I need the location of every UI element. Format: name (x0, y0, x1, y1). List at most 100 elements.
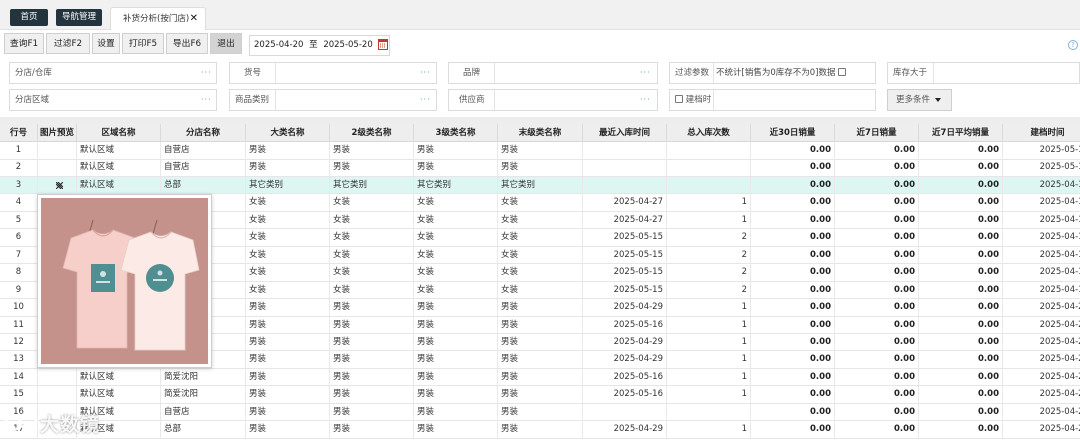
tshirt-image (62, 219, 200, 351)
column-header-created-time[interactable]: 建档时间 (1003, 124, 1080, 142)
close-icon[interactable]: ✕ (190, 8, 198, 30)
filter-button[interactable]: 过滤F2 (46, 33, 90, 54)
settings-button[interactable]: 设置 (92, 33, 120, 54)
cell-image-preview (38, 368, 77, 386)
date-range-field[interactable]: 2025-04-20 至 2025-05-20 (249, 35, 390, 56)
table-row[interactable]: 15 默认区域 简爱沈阳 男装 男装 男装 男装 2025-05-16 1 0.00 0.00 0.0… (0, 386, 1080, 404)
supplier-filter[interactable]: 供应商 ··· (448, 89, 658, 111)
cell-avg-sales-7d: 0.00 (919, 403, 1003, 421)
tab-navigation[interactable]: 导航管理 (56, 9, 102, 26)
tab-home[interactable]: 首页 (10, 9, 48, 26)
checkbox[interactable] (675, 95, 683, 103)
more-conditions-button[interactable]: 更多条件 (887, 89, 952, 111)
print-button[interactable]: 打印F5 (122, 33, 164, 54)
cell-last-inbound-time: 2025-05-15 (583, 281, 667, 299)
column-header-leaf-category-name[interactable]: 末级类名称 (498, 124, 583, 142)
column-header-last-inbound-time[interactable]: 最近入库时间 (583, 124, 667, 142)
cell-sales-30d: 0.00 (751, 194, 835, 212)
cell-avg-sales-7d: 0.00 (919, 351, 1003, 369)
cell-leaf-category-name: 男装 (498, 368, 583, 386)
cell-row-no: 4 (0, 194, 38, 212)
cell-avg-sales-7d: 0.00 (919, 421, 1003, 439)
column-header-avg-sales-7d[interactable]: 近7日平均销量 (919, 124, 1003, 142)
cell-category-name: 男装 (246, 333, 330, 351)
calendar-icon[interactable] (378, 39, 388, 50)
table-row[interactable]: 3 默认区域 总部 其它类别 其它类别 其它类别 其它类别 0.00 0.00 0.00 2025-… (0, 176, 1080, 195)
image-preview-popup (37, 194, 212, 368)
branch-warehouse-filter[interactable]: 分店/仓库 ··· (9, 62, 217, 84)
cell-level3-name: 男装 (414, 159, 498, 177)
cell-category-name: 男装 (246, 403, 330, 421)
ellipsis-icon[interactable]: ··· (201, 68, 212, 77)
cell-last-inbound-time (583, 176, 667, 194)
build-time-field[interactable]: 建档时 (669, 89, 876, 111)
cell-level2-name: 女装 (330, 229, 414, 247)
exit-button[interactable]: 退出 (210, 33, 242, 54)
ellipsis-icon[interactable]: ··· (420, 68, 431, 77)
table-row[interactable]: 1默认区域自营店男装男装男装男装0.000.000.002025-05-12 (0, 142, 1080, 160)
table-row[interactable]: 17 默认区域 总部 男装 男装 男装 男装 2025-04-29 1 0.00 0.00 0.00 2… (0, 421, 1080, 439)
cell-avg-sales-7d: 0.00 (919, 299, 1003, 317)
tab-label: 补货分析(按门店) (123, 14, 190, 24)
supplier-label: 供应商 (449, 90, 495, 110)
column-header-level2-name[interactable]: 2级类名称 (330, 124, 414, 142)
watermark-text: 大数镜 (40, 414, 101, 436)
filter-params-option[interactable]: 不统计[销售为0库存不为0]数据 (716, 63, 847, 83)
table-row[interactable]: 14 默认区域 简爱沈阳 男装 男装 男装 男装 2025-05-16 1 0.00 0.00 0.0… (0, 368, 1080, 387)
cell-level2-name: 男装 (330, 403, 414, 421)
tab-replenishment-analysis[interactable]: 补货分析(按门店) ✕ (110, 7, 206, 30)
cell-region-name: 默认区域 (77, 386, 161, 404)
branch-region-filter[interactable]: 分店区域 ··· (9, 89, 217, 111)
table-row[interactable]: 16默认区域自营店男装男装男装男装0.000.000.002025-04-29 (0, 403, 1080, 422)
table-row[interactable]: 2默认区域自营店男装男装男装男装0.000.000.002025-05-12 (0, 159, 1080, 177)
cell-category-name: 女装 (246, 229, 330, 247)
build-time-text: 建档时 (685, 95, 712, 105)
sku-filter[interactable]: 货号 ··· (229, 62, 437, 84)
cell-total-inbound-count: 2 (667, 281, 751, 299)
cell-total-inbound-count: 1 (667, 351, 751, 369)
cell-last-inbound-time (583, 403, 667, 421)
ellipsis-icon[interactable]: ··· (420, 95, 431, 104)
column-header-sales-30d[interactable]: 近30日销量 (751, 124, 835, 142)
column-header-sales-7d[interactable]: 近7日销量 (835, 124, 919, 142)
column-header-image-preview[interactable]: 图片预览 (38, 124, 77, 142)
cell-level2-name: 女装 (330, 246, 414, 264)
ellipsis-icon[interactable]: ··· (201, 95, 212, 104)
stock-greater-field[interactable]: 库存大于 (887, 62, 1080, 84)
tab-strip: 首页 导航管理 补货分析(按门店) ✕ (0, 0, 1080, 30)
query-button[interactable]: 查询F1 (4, 33, 44, 54)
cell-sales-30d: 0.00 (751, 229, 835, 247)
column-header-region-name[interactable]: 区域名称 (77, 124, 161, 142)
cell-category-name: 男装 (246, 421, 330, 439)
cell-branch-name: 简爱沈阳 (161, 386, 246, 404)
export-button[interactable]: 导出F6 (166, 33, 208, 54)
date-to: 2025-05-20 (323, 40, 373, 50)
help-icon[interactable]: ? (1068, 40, 1078, 50)
cell-total-inbound-count: 1 (667, 316, 751, 334)
cell-sales-7d: 0.00 (835, 229, 919, 247)
cell-last-inbound-time: 2025-04-27 (583, 194, 667, 212)
column-header-total-inbound-count[interactable]: 总入库次数 (667, 124, 751, 142)
ellipsis-icon[interactable]: ··· (640, 95, 651, 104)
cell-created-time: 2025-04-29 (1003, 404, 1080, 421)
column-header-category-name[interactable]: 大类名称 (246, 124, 330, 142)
image-thumbnail-icon[interactable] (55, 181, 64, 190)
cell-category-name: 男装 (246, 316, 330, 334)
checkbox[interactable] (838, 68, 847, 76)
cell-branch-name: 自营店 (161, 403, 246, 421)
cell-sales-30d: 0.00 (751, 211, 835, 229)
date-separator: 至 (309, 40, 318, 50)
column-header-branch-name[interactable]: 分店名称 (161, 124, 246, 142)
ellipsis-icon[interactable]: ··· (640, 68, 651, 77)
cell-leaf-category-name: 男装 (498, 299, 583, 317)
cell-total-inbound-count: 1 (667, 368, 751, 386)
cell-row-no: 8 (0, 264, 38, 282)
cell-leaf-category-name: 女装 (498, 246, 583, 264)
column-header-level3-name[interactable]: 3级类名称 (414, 124, 498, 142)
grid-header: 行号 图片预览 区域名称 分店名称 大类名称 2级类名称 3级类名称 末级类名称 最近入库时间总… (0, 124, 1080, 142)
cell-last-inbound-time: 2025-05-16 (583, 368, 667, 386)
brand-filter[interactable]: 品牌 ··· (448, 62, 658, 84)
product-category-filter[interactable]: 商品类别 ··· (229, 89, 437, 111)
column-header-row-no[interactable]: 行号 (0, 124, 38, 142)
cell-total-inbound-count: 2 (667, 229, 751, 247)
